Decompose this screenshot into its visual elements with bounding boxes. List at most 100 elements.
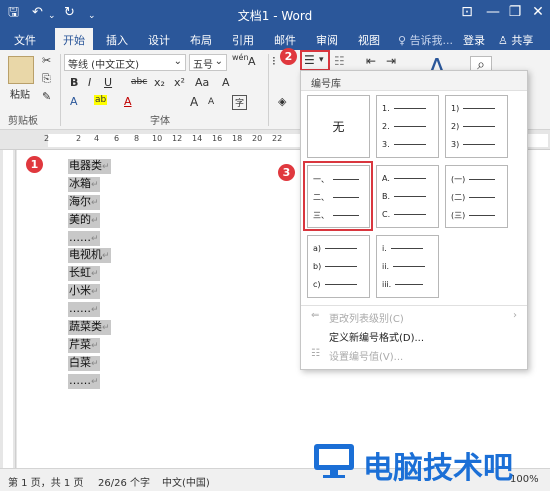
bullets-icon[interactable]: ⁝ <box>272 54 276 68</box>
cut-icon[interactable]: ✂ <box>42 54 51 67</box>
zoom-level[interactable]: 100% <box>510 474 539 485</box>
font-size-combo[interactable]: 五号 ⌄ <box>189 54 227 71</box>
change-case-button[interactable]: Aa <box>195 76 209 89</box>
document-line[interactable]: 白菜↵ <box>68 356 100 371</box>
signin-link[interactable]: 登录 <box>463 32 485 48</box>
numbering-option-arabic-paren[interactable]: 1) 2) 3) <box>445 95 508 158</box>
numbering-option-chinese-paren[interactable]: (一) (二) (三) <box>445 165 508 228</box>
ruler-tick: 2 <box>76 134 82 143</box>
ruler-tick: 22 <box>272 134 283 143</box>
document-line[interactable]: 冰箱↵ <box>68 177 100 192</box>
numbering-none-label: 无 <box>332 120 345 134</box>
tab-view[interactable]: 视图 <box>358 32 380 48</box>
document-line[interactable]: 长虹↵ <box>68 266 100 281</box>
document-line[interactable]: 蔬菜类↵ <box>68 320 111 335</box>
share-label: 共享 <box>511 34 534 47</box>
format-painter-icon[interactable]: ✎ <box>42 90 51 103</box>
clear-formatting-button[interactable]: A <box>222 76 230 89</box>
chevron-down-icon: ⌄ <box>173 56 182 67</box>
ruler-tick: 14 <box>192 134 203 143</box>
numbering-option-arabic-dot[interactable]: 1. 2. 3. <box>376 95 439 158</box>
document-line[interactable]: 电器类↵ <box>68 159 111 174</box>
tab-layout[interactable]: 布局 <box>190 32 212 48</box>
decrease-indent-icon[interactable]: ⇤ <box>366 54 376 68</box>
define-new-number-format-item[interactable]: 定义新编号格式(D)... <box>329 329 424 344</box>
numbering-option-lower-roman[interactable]: i. ii. iii. <box>376 235 439 298</box>
tab-review[interactable]: 审阅 <box>316 32 338 48</box>
vertical-ruler <box>0 150 16 468</box>
title-bar: 🖫 ↶ ⌄ ↻ ⌄ 文档1 - Word ⊡ — ❐ ✕ <box>0 0 550 28</box>
tab-references[interactable]: 引用 <box>232 32 254 48</box>
minimize-button[interactable]: — <box>482 4 504 20</box>
numbering-option-lower-alpha[interactable]: a) b) c) <box>307 235 370 298</box>
shrink-font-button[interactable]: A <box>208 97 214 107</box>
document-line[interactable]: 海尔↵ <box>68 195 100 210</box>
underline-button[interactable]: U <box>104 76 112 89</box>
restore-button[interactable]: ❐ <box>504 4 526 20</box>
highlight-button[interactable]: ab <box>94 95 108 105</box>
numbering-library-header: 编号库 <box>301 71 527 91</box>
ruler-tick: 10 <box>152 134 163 143</box>
italic-button[interactable]: I <box>88 76 91 89</box>
ruler-tick: 4 <box>94 134 100 143</box>
set-numbering-value-item: 设置编号值(V)... <box>329 352 404 363</box>
ruler-tick: 12 <box>172 134 183 143</box>
ribbon-display-options-icon[interactable]: ⊡ <box>456 4 478 20</box>
ruler-tick: 6 <box>114 134 120 143</box>
tab-file[interactable]: 文件 <box>14 32 36 48</box>
multilevel-list-icon[interactable]: ☷ <box>334 54 345 68</box>
text-effects-button[interactable]: A <box>70 95 78 108</box>
numbering-option-none[interactable]: 无 <box>307 95 370 158</box>
ruler-active-area <box>3 150 13 468</box>
paste-button-label[interactable]: 粘贴 <box>10 86 30 101</box>
language-indicator[interactable]: 中文(中国) <box>162 474 210 489</box>
tab-insert[interactable]: 插入 <box>106 32 128 48</box>
document-line[interactable]: 美的↵ <box>68 213 100 228</box>
font-name-combo[interactable]: 等线 (中文正文) ⌄ <box>64 54 186 71</box>
shading-icon[interactable]: ◈ <box>278 95 286 108</box>
page-count[interactable]: 第 1 页，共 1 页 <box>8 474 83 489</box>
font-name-value: 等线 (中文正文) <box>68 60 139 71</box>
menu-divider <box>301 305 527 306</box>
clipboard-group-label: 剪贴板 <box>8 116 38 127</box>
word-count[interactable]: 26/26 个字 <box>98 474 150 489</box>
document-line[interactable]: ……↵ <box>68 374 100 389</box>
ruler-tick: 16 <box>212 134 223 143</box>
ruler-tick: 8 <box>134 134 140 143</box>
document-line[interactable]: ……↵ <box>68 302 100 317</box>
callout-badge-3: 3 <box>278 164 295 181</box>
char-border-icon[interactable]: A <box>248 55 256 68</box>
grow-font-button[interactable]: A <box>190 95 198 109</box>
numbering-button[interactable]: ☰ ▾ <box>300 50 330 71</box>
close-button[interactable]: ✕ <box>527 4 549 20</box>
share-button[interactable]: ♙ 共享 <box>498 32 533 48</box>
superscript-button[interactable]: x² <box>174 76 185 89</box>
strikethrough-button[interactable]: abc <box>131 77 147 87</box>
font-color-button[interactable]: A <box>124 95 132 108</box>
subscript-button[interactable]: x₂ <box>154 76 165 89</box>
group-separator <box>268 54 269 126</box>
phonetic-guide-icon[interactable]: wén <box>232 53 249 62</box>
tell-me-box[interactable]: ♀ 告诉我... <box>398 32 453 48</box>
numbering-library-dropdown: 编号库 无 1. 2. 3. 1) 2) 3) 一、 二、 三、 A. B. C… <box>300 70 528 370</box>
paste-icon[interactable] <box>8 56 34 84</box>
document-line[interactable]: ……↵ <box>68 231 100 246</box>
tab-home[interactable]: 开始 <box>55 28 93 50</box>
group-separator <box>60 54 61 126</box>
enclose-char-button[interactable]: 字 <box>232 95 248 110</box>
increase-indent-icon[interactable]: ⇥ <box>386 54 396 68</box>
lightbulb-icon: ♀ <box>398 34 407 47</box>
chevron-right-icon: › <box>513 310 517 321</box>
ruler-tick: 20 <box>252 134 263 143</box>
numbering-option-upper-alpha[interactable]: A. B. C. <box>376 165 439 228</box>
tab-design[interactable]: 设计 <box>148 32 170 48</box>
copy-icon[interactable]: ⎘ <box>42 72 51 86</box>
tab-mailings[interactable]: 邮件 <box>274 32 296 48</box>
document-line[interactable]: 小米↵ <box>68 284 100 299</box>
bold-button[interactable]: B <box>70 76 78 89</box>
watermark-logo: 电脑技术吧 <box>310 440 513 486</box>
document-line[interactable]: 芹菜↵ <box>68 338 100 353</box>
ribbon-tabs: 文件 开始 插入 设计 布局 引用 邮件 审阅 视图 ♀ 告诉我... 登录 ♙… <box>0 28 550 50</box>
word-window: 🖫 ↶ ⌄ ↻ ⌄ 文档1 - Word ⊡ — ❐ ✕ 文件 开始 插入 设计… <box>0 0 550 491</box>
document-line[interactable]: 电视机↵ <box>68 248 111 263</box>
